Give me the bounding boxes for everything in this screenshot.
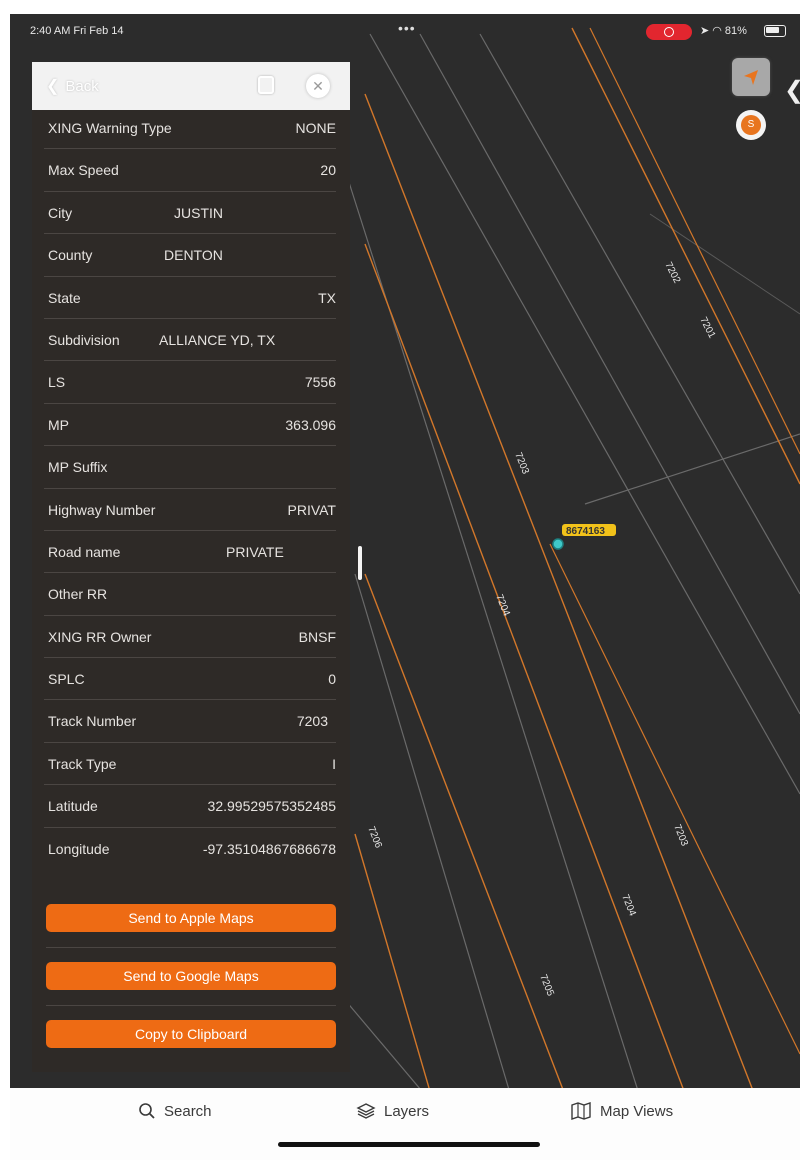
attribute-row: Max Speed 20 <box>44 149 336 192</box>
status-indicators: ➤ ◠ 81% <box>700 25 747 37</box>
divider <box>46 947 336 948</box>
attribute-row: State TX <box>44 277 336 319</box>
attribute-value: DENTON <box>164 247 223 264</box>
attribute-key: City <box>48 204 73 221</box>
tab-search-label: Search <box>164 1102 212 1120</box>
location-arrow-icon <box>744 70 758 85</box>
tab-map-views[interactable]: Map Views <box>570 1102 673 1120</box>
map-icon <box>571 1102 591 1120</box>
back-button[interactable]: ❮ Back <box>46 76 99 96</box>
panel-header: ❮ Back ✕ <box>32 62 350 110</box>
attribute-key: State <box>48 289 81 306</box>
attribute-key: XING Warning Type <box>48 120 172 136</box>
compass-button[interactable]: S <box>736 110 766 140</box>
attribute-row: Track Type I <box>44 743 336 786</box>
attribute-row: Highway Number PRIVAT <box>44 489 336 531</box>
tab-layers-label: Layers <box>384 1102 430 1120</box>
bottom-tab-bar: Search Layers Map Views <box>10 1088 800 1160</box>
locate-me-button[interactable] <box>732 58 770 96</box>
attribute-value: BNSF <box>298 628 336 645</box>
screen-recording-icon[interactable] <box>646 24 692 40</box>
crossing-label: 8674163 <box>566 526 605 537</box>
attribute-row: Track Number 7203 <box>44 700 336 743</box>
attribute-row: Other RR <box>44 573 336 616</box>
layers-icon <box>356 1103 376 1119</box>
attribute-value: I <box>332 755 336 772</box>
attribute-value: 0 <box>328 671 336 688</box>
chevron-left-icon: ❮ <box>46 78 60 95</box>
attribute-value: 7203 <box>296 713 328 730</box>
attribute-row: Road name PRIVATE <box>44 531 336 574</box>
attribute-value: 20 <box>320 162 336 179</box>
attribute-key: SPLC <box>48 671 85 688</box>
attribute-key: Track Number <box>48 713 137 730</box>
copy-to-clipboard-button[interactable]: Copy to Clipboard <box>46 1020 336 1048</box>
attribute-row: SPLC 0 <box>44 658 336 701</box>
tab-search[interactable]: Search <box>138 1102 212 1120</box>
crossing-marker[interactable] <box>552 538 564 550</box>
close-icon[interactable]: ✕ <box>306 74 330 98</box>
attribute-row: XING RR Owner BNSF <box>44 616 336 659</box>
attribute-row: Longitude -97.35104867686678 <box>44 828 336 870</box>
attribute-value: -97.35104867686678 <box>202 840 336 857</box>
home-indicator <box>278 1142 540 1147</box>
attribute-panel: ❮ Back ✕ XING Warning Type NONE Max Speed 2… <box>32 62 350 1072</box>
attribute-key: Road name <box>48 543 121 560</box>
attribute-key: MP <box>48 416 69 433</box>
export-icon[interactable] <box>258 76 274 94</box>
attribute-key: Track Type <box>48 755 117 772</box>
attribute-row: LS 7556 <box>44 361 336 404</box>
attribute-value: 32.99529575352485 <box>207 798 336 815</box>
attribute-row: Latitude 32.99529575352485 <box>44 785 336 828</box>
divider <box>46 1005 336 1006</box>
attribute-key: LS <box>48 374 66 391</box>
attribute-key: Other RR <box>48 586 108 603</box>
attribute-value: TX <box>318 289 336 306</box>
panel-resize-handle[interactable] <box>358 546 362 580</box>
attribute-value: PRIVAT <box>287 501 337 518</box>
attribute-value: JUSTIN <box>174 204 223 221</box>
app-screen: 7202 7201 7203 7204 7203 7204 7205 7206 … <box>10 14 800 1160</box>
attribute-key: Max Speed <box>48 162 119 179</box>
attribute-row: XING Warning Type NONE <box>44 107 336 150</box>
search-icon <box>139 1103 155 1119</box>
attribute-key: MP Suffix <box>48 459 108 476</box>
send-to-apple-maps-button[interactable]: Send to Apple Maps <box>46 904 336 932</box>
attribute-list: XING Warning Type NONE Max Speed 20 City JU… <box>32 107 350 870</box>
tab-layers[interactable]: Layers <box>356 1102 429 1120</box>
attribute-key: Latitude <box>48 798 98 815</box>
tab-map-views-label: Map Views <box>600 1102 674 1120</box>
attribute-row: City JUSTIN <box>44 192 336 235</box>
chevron-left-icon[interactable]: ❮ <box>784 76 800 105</box>
multitasking-dots[interactable]: ••• <box>398 20 416 36</box>
attribute-key: County <box>48 247 93 264</box>
status-bar: 2:40 AM Fri Feb 14 ••• ➤ ◠ 81% <box>10 14 800 48</box>
attribute-value: PRIVATE <box>226 543 284 560</box>
send-to-google-maps-button[interactable]: Send to Google Maps <box>46 962 336 990</box>
attribute-value: 7556 <box>304 374 336 391</box>
attribute-key: Subdivision <box>48 331 120 348</box>
attribute-row: Subdivision ALLIANCE YD, TX <box>44 319 336 362</box>
attribute-row: County DENTON <box>44 234 336 277</box>
attribute-key: Highway Number <box>48 501 156 518</box>
compass-icon: S <box>741 115 761 135</box>
attribute-row: MP 363.096 <box>44 404 336 447</box>
attribute-value: 363.096 <box>285 416 336 433</box>
battery-icon <box>764 25 786 37</box>
attribute-value: NONE <box>295 120 336 136</box>
attribute-key: Longitude <box>48 840 110 857</box>
attribute-value: ALLIANCE YD, TX <box>159 331 276 348</box>
status-time: 2:40 AM Fri Feb 14 <box>30 25 124 37</box>
back-label: Back <box>65 78 99 95</box>
attribute-row: MP Suffix <box>44 446 336 489</box>
attribute-key: XING RR Owner <box>48 628 152 645</box>
